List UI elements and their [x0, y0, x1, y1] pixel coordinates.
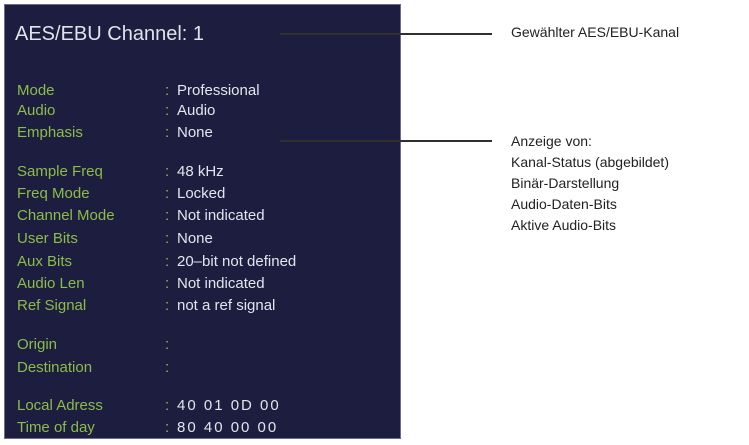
row-value: 40 01 0D 00: [177, 397, 281, 414]
row-label: Destination: [17, 359, 93, 376]
row-label: Channel Mode: [17, 207, 115, 224]
row-separator: :: [165, 253, 170, 270]
channel-title: AES/EBU Channel: 1: [15, 23, 204, 45]
row-label: Emphasis: [17, 124, 83, 141]
row-separator: :: [165, 124, 170, 141]
row-label: Sample Freq: [17, 163, 103, 180]
row-value: Not indicated: [177, 275, 265, 292]
row-separator: :: [165, 163, 170, 180]
callout-line-display: [280, 140, 492, 142]
callout-display: Anzeige von: Kanal-Status (abgebildet) B…: [511, 131, 669, 236]
status-row-mode: Mode: Professional: [17, 82, 260, 100]
row-value: Audio: [177, 102, 216, 119]
row-label: Freq Mode: [17, 185, 90, 202]
row-separator: :: [165, 275, 170, 292]
status-row-audio-len: Audio Len: Not indicated: [17, 275, 265, 293]
row-label: Audio Len: [17, 275, 85, 292]
row-label: Origin: [17, 336, 58, 353]
row-separator: :: [165, 102, 170, 119]
callout-channel: Gewählter AES/EBU-Kanal: [511, 24, 680, 40]
status-row-user-bits: User Bits: None: [17, 230, 213, 248]
row-label: Audio: [17, 102, 56, 119]
callout-display-line: Audio-Daten-Bits: [511, 196, 617, 212]
callout-line-channel: [280, 33, 492, 35]
row-value: Professional: [177, 82, 260, 99]
row-label: Ref Signal: [17, 297, 87, 314]
status-row-aux-bits: Aux Bits:20–bit not defined: [17, 253, 296, 271]
row-value: 80 40 00 00: [177, 419, 279, 436]
channel-status-screen: AES/EBU Channel: 1 Mode: Professional Aud…: [4, 4, 401, 439]
row-separator: :: [165, 419, 170, 436]
row-separator: :: [165, 230, 170, 247]
callout-display-line: Kanal-Status (abgebildet): [511, 154, 669, 170]
status-row-freq-mode: Freq Mode: Locked: [17, 185, 225, 203]
status-row-emphasis: Emphasis: None: [17, 124, 213, 142]
row-label: Local Adress: [17, 397, 103, 414]
status-row-origin: Origin:: [17, 336, 177, 354]
row-separator: :: [165, 336, 170, 353]
status-row-local-adress: Local Adress:40 01 0D 00: [17, 397, 281, 415]
row-label: Aux Bits: [17, 253, 73, 270]
status-row-time-of-day: Time of day:80 40 00 00: [17, 419, 278, 437]
row-separator: :: [165, 297, 170, 314]
row-value: Not indicated: [177, 207, 265, 224]
row-separator: :: [165, 82, 170, 99]
row-label: User Bits: [17, 230, 78, 247]
row-separator: :: [165, 359, 170, 376]
callout-display-line: Anzeige von:: [511, 133, 592, 149]
row-value: Locked: [177, 185, 226, 202]
status-row-ref-signal: Ref Signal: not a ref signal: [17, 297, 275, 315]
callout-display-line: Binär-Darstellung: [511, 175, 620, 191]
row-value: 48 kHz: [177, 163, 224, 180]
status-row-audio: Audio: Audio: [17, 102, 215, 120]
row-value: 20–bit not defined: [177, 253, 297, 270]
row-value: None: [177, 230, 213, 247]
row-label: Time of day: [17, 419, 95, 436]
row-separator: :: [165, 397, 170, 414]
status-row-channel-mode: Channel Mode: Not indicated: [17, 207, 265, 225]
row-value: None: [177, 124, 213, 141]
row-label: Mode: [17, 82, 55, 99]
status-row-sample-freq: Sample Freq:48 kHz: [17, 163, 224, 181]
status-row-destination: Destination:: [17, 359, 177, 377]
callout-display-line: Aktive Audio-Bits: [511, 217, 617, 233]
row-separator: :: [165, 185, 170, 202]
row-separator: :: [165, 207, 170, 224]
row-value: not a ref signal: [177, 297, 276, 314]
